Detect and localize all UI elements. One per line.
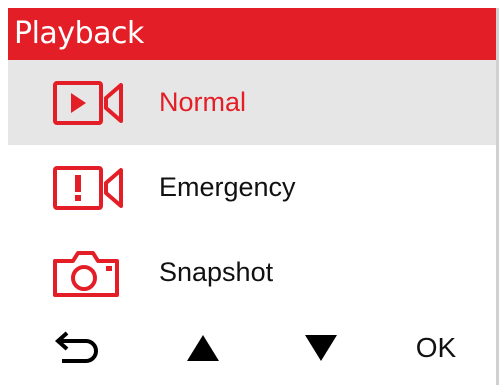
title-bar: Playback — [8, 8, 496, 60]
video-play-icon — [53, 81, 123, 125]
ok-button[interactable]: OK — [406, 324, 466, 372]
menu-item-emergency[interactable]: Emergency — [8, 145, 496, 230]
menu-item-normal[interactable]: Normal — [8, 60, 496, 145]
menu-item-snapshot[interactable]: Snapshot — [8, 230, 496, 315]
control-bar: OK — [8, 316, 496, 380]
camera-icon — [53, 251, 119, 297]
triangle-down-icon — [305, 335, 337, 361]
ok-button-label: OK — [415, 332, 457, 363]
triangle-up-icon — [187, 335, 219, 361]
page-title: Playback — [14, 16, 144, 51]
menu-item-label: Snapshot — [159, 257, 274, 287]
playback-screen: Playback Normal Emergency Snapshot OK — [8, 8, 499, 385]
menu-item-label: Normal — [159, 87, 247, 117]
up-button[interactable] — [178, 324, 228, 372]
return-arrow-icon — [54, 331, 98, 363]
back-button[interactable] — [48, 324, 108, 372]
video-emergency-icon — [53, 166, 123, 210]
menu-item-label: Emergency — [159, 172, 296, 202]
down-button[interactable] — [296, 324, 346, 372]
